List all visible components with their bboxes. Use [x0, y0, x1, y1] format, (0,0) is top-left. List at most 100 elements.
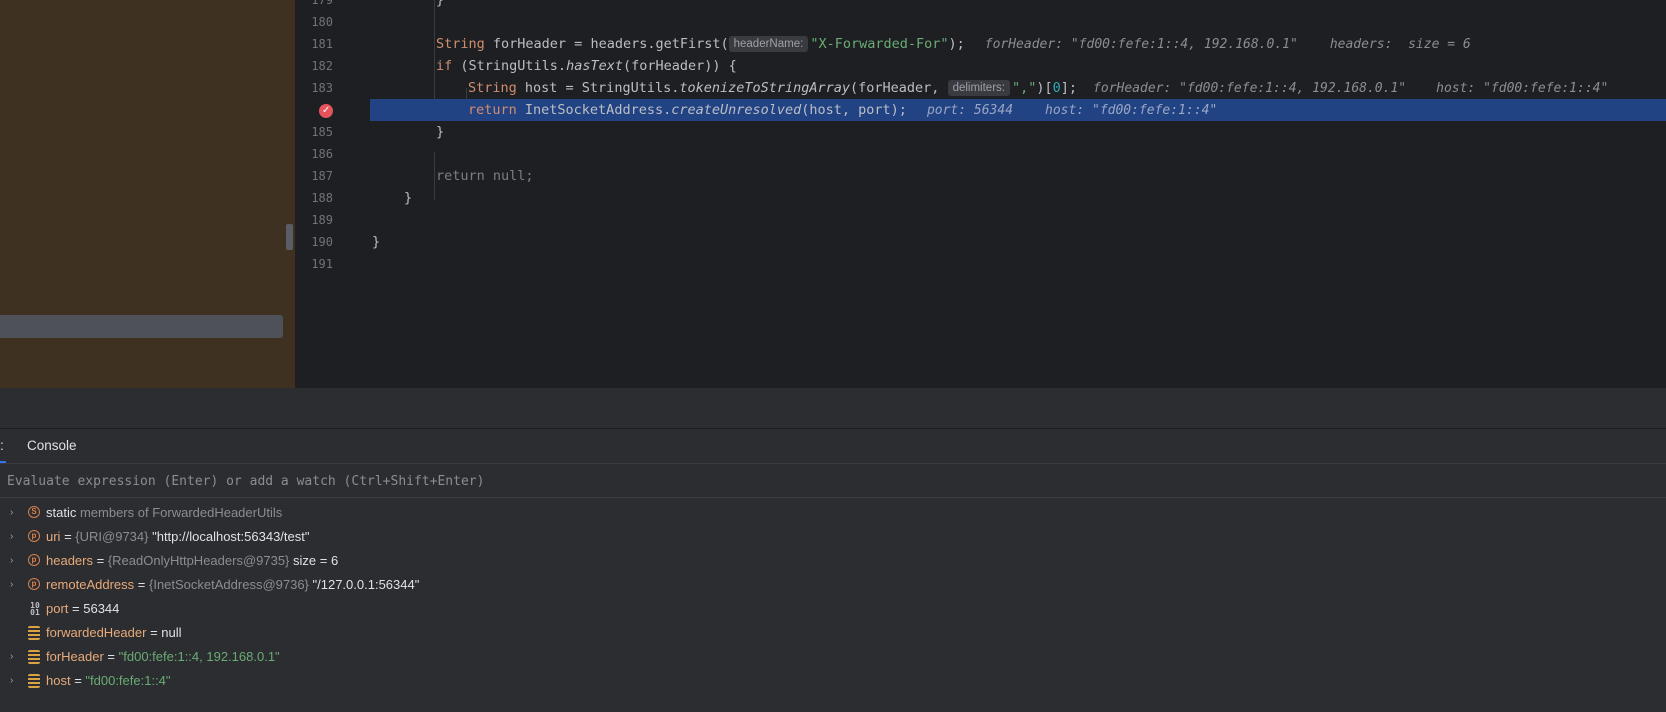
inline-value: port: 56344 — [926, 103, 1014, 118]
code-line-190: } — [372, 234, 381, 250]
inline-value: headers: size = 6 — [1329, 37, 1471, 52]
variable-name: host — [46, 673, 71, 688]
variable-equals: = — [146, 625, 162, 640]
variable-row-forwardedHeader[interactable]: forwardedHeader = null — [0, 621, 1666, 645]
variable-value: null — [161, 625, 182, 640]
line-number: 182 — [311, 59, 333, 73]
line-number: 179 — [311, 0, 333, 7]
variable-equals: = — [68, 601, 84, 616]
code-text: ]; — [1060, 80, 1078, 96]
variable-row-uri[interactable]: › p uri = {URI@9734} "http://localhost:5… — [0, 525, 1666, 549]
method-name: tokenizeToStringArray — [679, 80, 851, 96]
code-text: InetSocketAddress. — [516, 102, 672, 118]
variable-row-host[interactable]: › host = "fd00:fefe:1::4" — [0, 669, 1666, 693]
variable-type: {ReadOnlyHttpHeaders@9735} — [107, 553, 294, 568]
variable-name: forwardedHeader — [46, 625, 147, 640]
variable-row-forHeader[interactable]: › forHeader = "fd00:fefe:1::4, 192.168.0… — [0, 645, 1666, 669]
line-number: 183 — [311, 81, 333, 95]
code-line-182: if (StringUtils.hasText(forHeader)) { — [370, 55, 1666, 77]
keyword: String — [468, 80, 517, 96]
variable-value: 56344 — [83, 601, 120, 616]
chevron-right-icon[interactable]: › — [10, 669, 13, 693]
line-number: 186 — [311, 147, 333, 161]
variable-equals: = — [92, 553, 108, 568]
inline-value: forHeader: "fd00:fefe:1::4, 192.168.0.1" — [1093, 81, 1407, 96]
editor-gutter[interactable]: 179 180 181 182 183 185 186 187 188 189 … — [295, 0, 371, 388]
tab-console[interactable]: Console — [27, 429, 77, 463]
code-line-188: } — [404, 190, 413, 206]
variable-value: "fd00:fefe:1::4" — [85, 673, 171, 688]
code-line-184-current: return InetSocketAddress.createUnresolve… — [370, 99, 1666, 121]
chevron-right-icon[interactable]: › — [10, 549, 13, 573]
primitive-icon: 10 01 — [30, 601, 40, 617]
variable-type: {URI@9734} — [75, 529, 153, 544]
left-panel — [0, 0, 295, 388]
chevron-right-icon[interactable]: › — [10, 573, 13, 597]
variable-row-headers[interactable]: › p headers = {ReadOnlyHttpHeaders@9735}… — [0, 549, 1666, 573]
keyword: return — [468, 102, 517, 118]
code-line-181: String forHeader = headers.getFirst(head… — [370, 33, 1666, 55]
code-text: )[ — [1036, 80, 1053, 96]
code-line-187: return null; — [436, 168, 534, 184]
line-number: 189 — [311, 213, 333, 227]
keyword: String — [436, 36, 485, 52]
debug-tab-bar: : Console — [0, 429, 1666, 464]
breakpoint-icon[interactable]: ✓ — [319, 104, 333, 118]
method-name: createUnresolved — [671, 102, 802, 118]
variable-row-port[interactable]: 10 01 port = 56344 — [0, 597, 1666, 621]
variable-detail: members of ForwardedHeaderUtils — [76, 505, 283, 520]
param-hint: delimiters: — [947, 80, 1010, 96]
variable-row-remoteAddress[interactable]: › p remoteAddress = {InetSocketAddress@9… — [0, 573, 1666, 597]
code-text: (StringUtils. — [452, 58, 567, 74]
evaluate-bar — [0, 464, 1666, 498]
parameter-icon: p — [28, 530, 40, 542]
left-panel-scroll-handle[interactable] — [286, 224, 293, 250]
variable-equals: = — [70, 673, 86, 688]
string-literal: "X-Forwarded-For" — [810, 36, 949, 52]
number-literal: 0 — [1052, 80, 1061, 96]
inline-value: host: "fd00:fefe:1::4" — [1436, 81, 1609, 96]
variables-tree: › S static members of ForwardedHeaderUti… — [0, 498, 1666, 712]
variable-row-static[interactable]: › S static members of ForwardedHeaderUti… — [0, 501, 1666, 525]
line-number: 181 — [311, 37, 333, 51]
code-text: (forHeader, — [850, 80, 948, 96]
variable-equals: = — [103, 649, 119, 664]
static-icon: S — [28, 506, 40, 518]
chevron-right-icon[interactable]: › — [10, 501, 13, 525]
parameter-icon: p — [28, 554, 40, 566]
string-literal: "," — [1011, 80, 1037, 96]
tool-window-header — [0, 388, 1666, 429]
local-variable-icon — [28, 650, 40, 664]
chevron-right-icon[interactable]: › — [10, 525, 13, 549]
code-line-183: String host = StringUtils.tokenizeToStri… — [370, 77, 1666, 99]
code-editor[interactable]: } String forHeader = headers.getFirst(he… — [370, 0, 1666, 388]
inline-value: host: "fd00:fefe:1::4" — [1045, 103, 1218, 118]
variable-value: "http://localhost:56343/test" — [152, 529, 310, 544]
variable-type: {InetSocketAddress@9736} — [148, 577, 313, 592]
line-number: 188 — [311, 191, 333, 205]
line-number: 190 — [311, 235, 333, 249]
code-text: (forHeader)) { — [622, 58, 737, 74]
left-panel-selection-bar[interactable] — [0, 315, 283, 338]
code-text: ); — [948, 36, 965, 52]
tab-variables[interactable]: : — [0, 429, 6, 463]
line-number: 187 — [311, 169, 333, 183]
code-text: host = StringUtils. — [516, 80, 680, 96]
code-text: forHeader = headers.getFirst( — [484, 36, 729, 52]
method-name: hasText — [566, 58, 623, 74]
code-line-185: } — [436, 124, 445, 140]
chevron-right-icon[interactable]: › — [10, 645, 13, 669]
line-number: 185 — [311, 125, 333, 139]
variable-equals: = — [60, 529, 76, 544]
variable-value: size = 6 — [293, 553, 339, 568]
variable-name: forHeader — [46, 649, 104, 664]
variable-equals: = — [134, 577, 149, 592]
code-text: (host, port); — [801, 102, 907, 118]
inline-value: forHeader: "fd00:fefe:1::4, 192.168.0.1" — [984, 37, 1298, 52]
evaluate-expression-input[interactable] — [5, 470, 1609, 492]
variable-value: "fd00:fefe:1::4, 192.168.0.1" — [118, 649, 280, 664]
param-hint: headerName: — [728, 36, 809, 52]
keyword: if — [436, 58, 453, 74]
code-line-179: } — [436, 0, 445, 8]
line-number: 191 — [311, 257, 333, 271]
